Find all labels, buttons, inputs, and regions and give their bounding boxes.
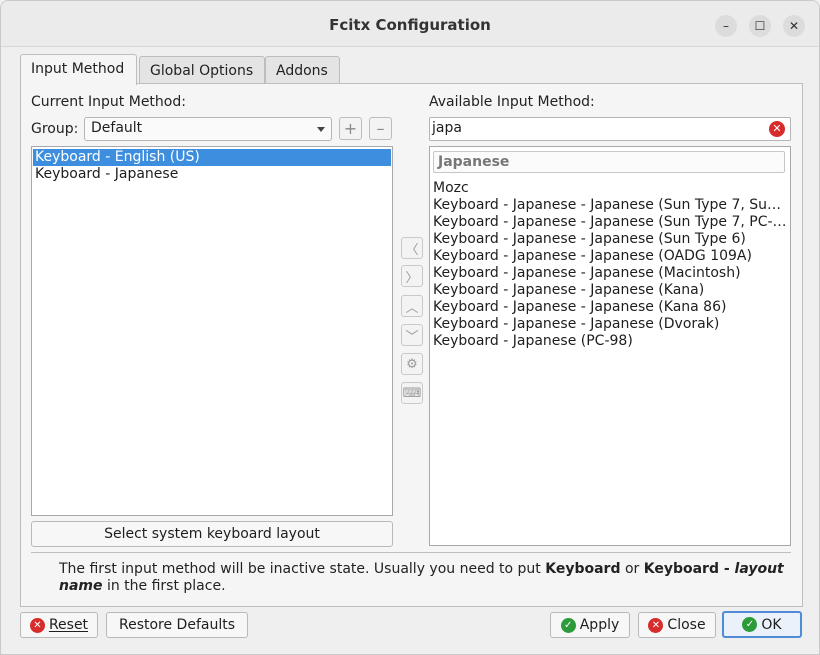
gear-icon: ⚙ (406, 356, 418, 372)
list-item[interactable]: Keyboard - Japanese - Japanese (Macintos… (431, 265, 787, 282)
hint-bold1: Keyboard (545, 561, 621, 577)
available-input-method-list[interactable]: Japanese Mozc Keyboard - Japanese - Japa… (429, 146, 791, 546)
reset-icon: ✕ (29, 617, 45, 633)
list-item[interactable]: Keyboard - Japanese - Japanese (Kana) (431, 282, 787, 299)
hint-bold2: Keyboard - (643, 561, 735, 577)
list-item[interactable]: Keyboard - Japanese - Japanese (OADG 109… (431, 248, 787, 265)
list-item[interactable]: Keyboard - Japanese - Japanese (Sun Type… (431, 197, 787, 214)
group-select-value: Default (91, 120, 143, 136)
maximize-button[interactable]: ☐ (749, 15, 771, 37)
hint-text: The first input method will be inactive … (59, 561, 799, 595)
minimize-button[interactable]: – (715, 15, 737, 37)
close-icon: ✕ (648, 617, 664, 633)
chevron-right-icon: 〉 (405, 270, 419, 286)
close-label: Close (667, 617, 706, 633)
title-bar: Fcitx Configuration – ☐ ✕ (1, 1, 819, 47)
hint-part3: in the first place. (102, 578, 226, 594)
list-item[interactable]: Keyboard - Japanese - Japanese (Sun Type… (431, 231, 787, 248)
current-input-method-list[interactable]: Keyboard - English (US) Keyboard - Japan… (31, 146, 393, 516)
list-item[interactable]: Keyboard - English (US) (33, 149, 391, 166)
group-header-japanese: Japanese (433, 151, 785, 173)
list-item[interactable]: Keyboard - Japanese (33, 166, 391, 183)
search-input-value: japa (432, 120, 462, 136)
tab-addons[interactable]: Addons (265, 56, 340, 84)
reset-button[interactable]: ✕ Reset (20, 612, 98, 638)
hint-separator (31, 552, 791, 553)
remove-group-button[interactable]: – (369, 117, 392, 140)
move-up-button[interactable]: ︿ (401, 295, 423, 317)
configure-input-method-button[interactable]: ⚙ (401, 353, 423, 375)
tab-input-method[interactable]: Input Method (20, 54, 137, 85)
current-input-method-heading: Current Input Method: (31, 94, 186, 110)
list-item[interactable]: Keyboard - Japanese - Japanese (Kana 86) (431, 299, 787, 316)
chevron-down-icon (317, 127, 325, 132)
add-input-method-button[interactable]: 〉 (401, 265, 423, 287)
apply-button[interactable]: ✓ Apply (550, 612, 630, 638)
tab-global-options[interactable]: Global Options (139, 56, 265, 84)
hint-part1: The first input method will be inactive … (59, 561, 546, 577)
ok-button[interactable]: ✓ OK (722, 611, 802, 638)
restore-defaults-button[interactable]: Restore Defaults (106, 612, 248, 638)
fcitx-config-window: Fcitx Configuration – ☐ ✕ Input Method G… (0, 0, 820, 655)
reset-label: Reset (48, 617, 89, 633)
clear-search-icon[interactable]: ✕ (769, 121, 785, 137)
list-item[interactable]: Mozc (431, 180, 787, 197)
close-window-button[interactable]: ✕ (783, 15, 805, 37)
select-keyboard-layout-button[interactable]: Select system keyboard layout (31, 521, 393, 547)
available-input-method-heading: Available Input Method: (429, 94, 595, 110)
chevron-left-icon: 〈 (405, 242, 419, 258)
ok-label: OK (761, 616, 782, 633)
input-method-pane: Current Input Method: Group: Default + –… (20, 83, 803, 607)
chevron-up-icon: ︿ (405, 300, 419, 316)
group-select[interactable]: Default (84, 117, 332, 141)
close-button[interactable]: ✕ Close (638, 612, 716, 638)
keyboard-layout-button[interactable]: ⌨ (401, 382, 423, 404)
restore-defaults-label: Restore Defaults (118, 617, 236, 633)
list-item[interactable]: Keyboard - Japanese - Japanese (Sun Type… (431, 214, 787, 231)
keyboard-icon: ⌨ (402, 385, 422, 401)
apply-label: Apply (579, 617, 620, 633)
group-label: Group: (31, 121, 79, 137)
window-title: Fcitx Configuration (329, 16, 491, 34)
chevron-down-icon: ﹀ (405, 329, 419, 345)
apply-check-icon: ✓ (560, 617, 576, 633)
select-keyboard-layout-label: Select system keyboard layout (104, 526, 320, 542)
list-item[interactable]: Keyboard - Japanese (PC-98) (431, 333, 787, 350)
search-input[interactable]: japa ✕ (429, 117, 791, 141)
move-down-button[interactable]: ﹀ (401, 324, 423, 346)
hint-part2: or (620, 561, 644, 577)
remove-input-method-button[interactable]: 〈 (401, 237, 423, 259)
list-item[interactable]: Keyboard - Japanese - Japanese (Dvorak) (431, 316, 787, 333)
add-group-button[interactable]: + (339, 117, 362, 140)
ok-check-icon: ✓ (742, 617, 758, 632)
